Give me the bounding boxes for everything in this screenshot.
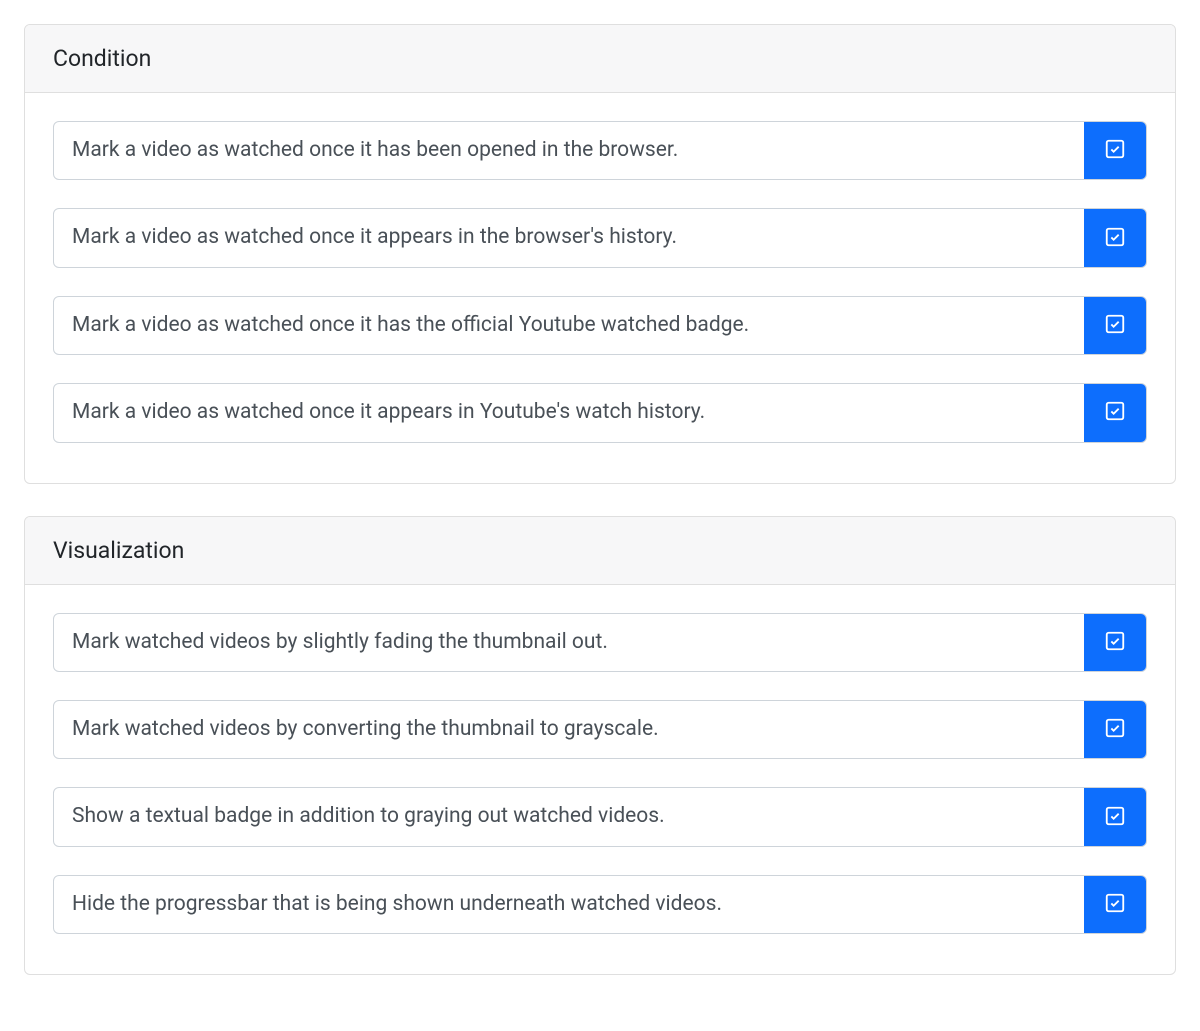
option-label: Hide the progressbar that is being shown…	[54, 876, 1084, 933]
option-label: Mark a video as watched once it appears …	[54, 209, 1084, 266]
checkbox-checked-icon	[1104, 400, 1126, 425]
option-row-youtube-badge: Mark a video as watched once it has the …	[53, 296, 1147, 355]
option-toggle-browser-history[interactable]	[1084, 209, 1146, 266]
option-label: Mark a video as watched once it appears …	[54, 384, 1084, 441]
option-toggle-grayscale-thumbnail[interactable]	[1084, 701, 1146, 758]
option-toggle-fade-thumbnail[interactable]	[1084, 614, 1146, 671]
visualization-section: Visualization Mark watched videos by sli…	[24, 516, 1176, 976]
option-toggle-youtube-watch-history[interactable]	[1084, 384, 1146, 441]
checkbox-checked-icon	[1104, 717, 1126, 742]
option-row-youtube-watch-history: Mark a video as watched once it appears …	[53, 383, 1147, 442]
checkbox-checked-icon	[1104, 630, 1126, 655]
checkbox-checked-icon	[1104, 226, 1126, 251]
option-row-browser-history: Mark a video as watched once it appears …	[53, 208, 1147, 267]
option-row-fade-thumbnail: Mark watched videos by slightly fading t…	[53, 613, 1147, 672]
section-body: Mark a video as watched once it has been…	[25, 93, 1175, 483]
option-label: Mark watched videos by slightly fading t…	[54, 614, 1084, 671]
checkbox-checked-icon	[1104, 138, 1126, 163]
option-row-hide-progressbar: Hide the progressbar that is being shown…	[53, 875, 1147, 934]
section-body: Mark watched videos by slightly fading t…	[25, 585, 1175, 975]
option-toggle-hide-progressbar[interactable]	[1084, 876, 1146, 933]
section-title: Condition	[25, 25, 1175, 93]
option-label: Mark watched videos by converting the th…	[54, 701, 1084, 758]
option-label: Mark a video as watched once it has been…	[54, 122, 1084, 179]
option-toggle-youtube-badge[interactable]	[1084, 297, 1146, 354]
option-label: Mark a video as watched once it has the …	[54, 297, 1084, 354]
option-toggle-textual-badge[interactable]	[1084, 788, 1146, 845]
option-row-grayscale-thumbnail: Mark watched videos by converting the th…	[53, 700, 1147, 759]
option-row-textual-badge: Show a textual badge in addition to gray…	[53, 787, 1147, 846]
option-row-opened-in-browser: Mark a video as watched once it has been…	[53, 121, 1147, 180]
checkbox-checked-icon	[1104, 313, 1126, 338]
checkbox-checked-icon	[1104, 892, 1126, 917]
section-title: Visualization	[25, 517, 1175, 585]
option-label: Show a textual badge in addition to gray…	[54, 788, 1084, 845]
checkbox-checked-icon	[1104, 805, 1126, 830]
condition-section: Condition Mark a video as watched once i…	[24, 24, 1176, 484]
option-toggle-opened-in-browser[interactable]	[1084, 122, 1146, 179]
